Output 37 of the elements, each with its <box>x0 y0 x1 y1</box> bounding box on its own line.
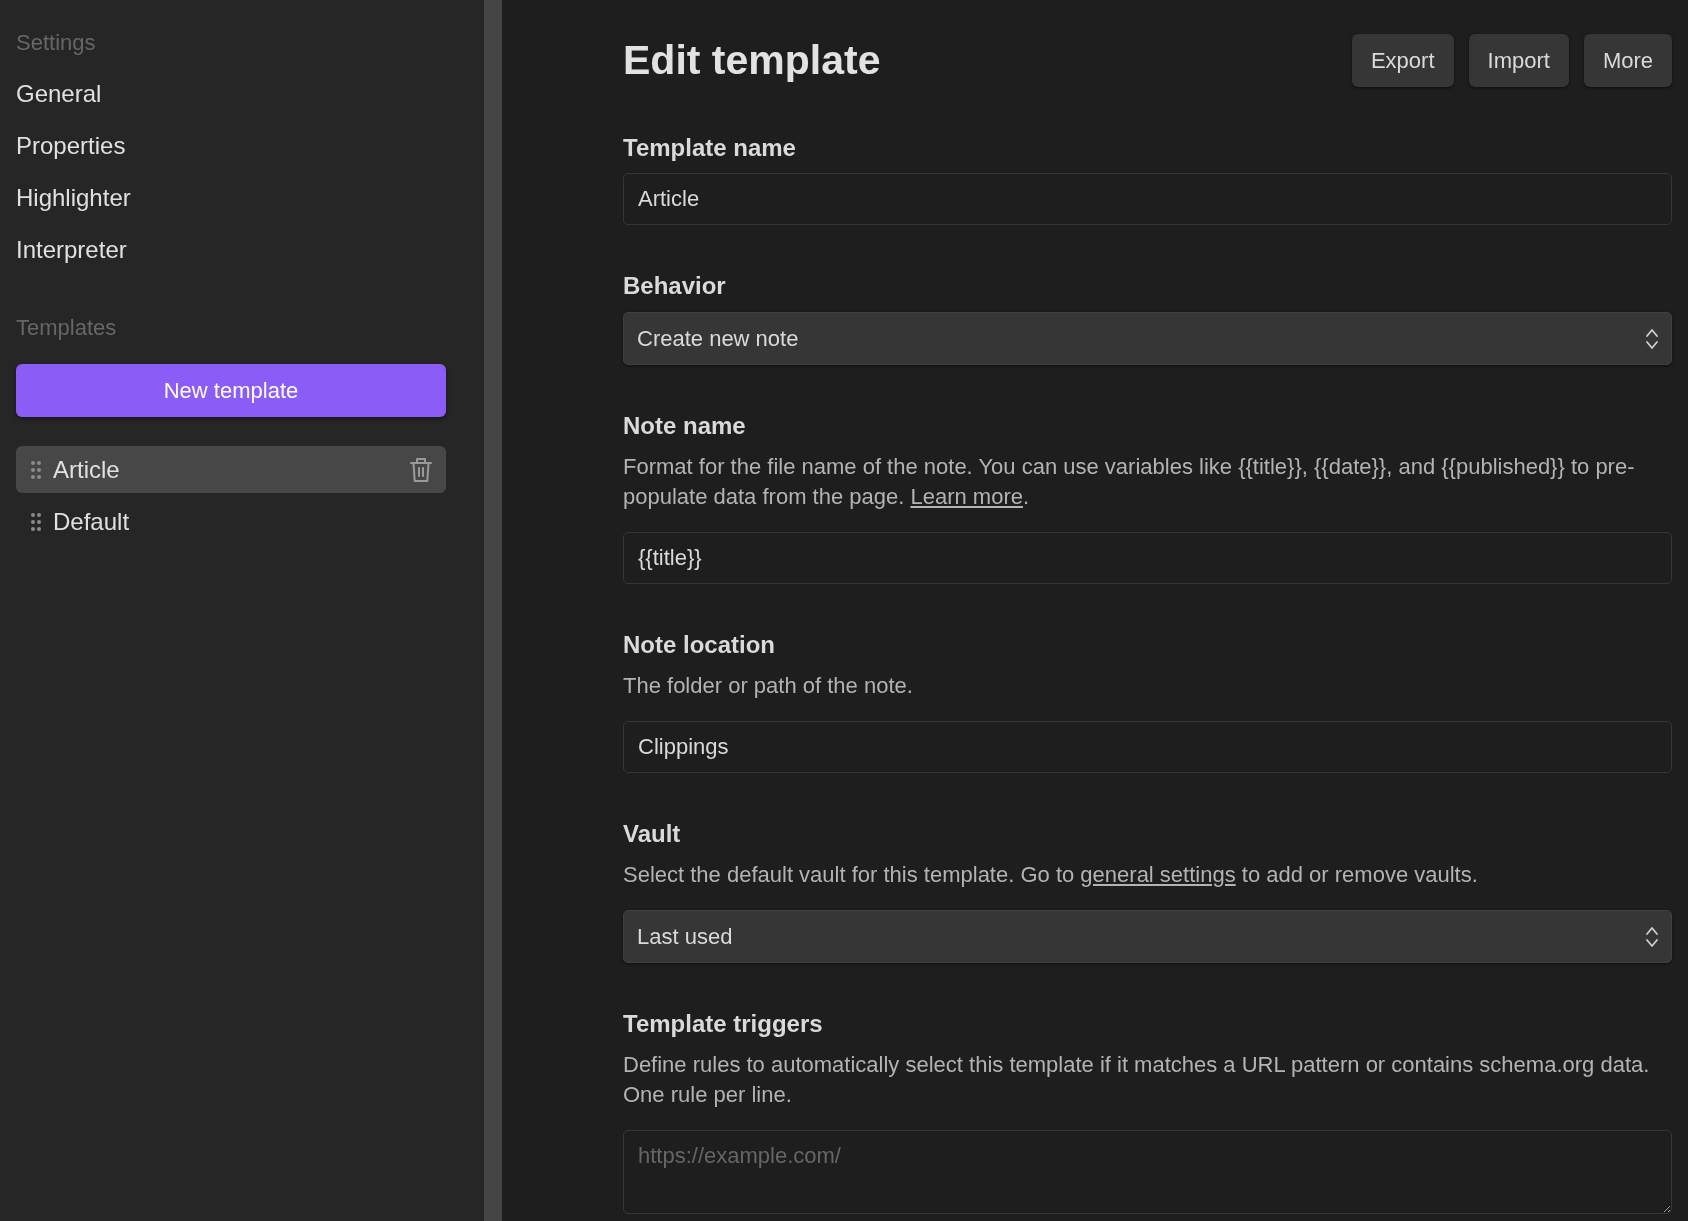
nav-item[interactable]: Properties <box>16 120 446 172</box>
field-label: Note location <box>623 630 776 660</box>
chevron-up-down-icon <box>1645 327 1659 350</box>
nav-item[interactable]: Highlighter <box>16 172 446 224</box>
toolbar-button[interactable]: More <box>1583 34 1672 87</box>
template-list-item[interactable]: Article <box>16 446 446 493</box>
field-label: Template triggers <box>623 1009 824 1039</box>
dropdown-select[interactable]: Last used <box>623 910 1672 963</box>
section-heading: Settings <box>16 29 97 57</box>
field-label: Template name <box>623 133 797 163</box>
field-label: Vault <box>623 819 682 849</box>
field-label: Behavior <box>623 271 727 301</box>
field-label: Note name <box>623 411 747 441</box>
field-description: Select the default vault for this template. Go to general settings to add or remove vaults. <box>623 861 1479 889</box>
text-input[interactable]: Article <box>623 173 1672 225</box>
dropdown-select[interactable]: Create new note <box>623 312 1672 365</box>
section-heading: Templates <box>16 314 118 342</box>
field-description: Define rules to automatically select this template if it matches a URL pattern or contains schema.org data. One rule per line. <box>623 1051 1651 1109</box>
new-template-button[interactable]: New template <box>16 364 446 417</box>
text-area[interactable]: https://example.com/ <box>623 1130 1672 1214</box>
field-description: The folder or path of the note. <box>623 672 914 700</box>
description-link[interactable]: Learn more <box>910 484 1023 509</box>
scrollbar[interactable] <box>484 0 502 1221</box>
nav-item[interactable]: Interpreter <box>16 224 446 276</box>
text-input[interactable]: Clippings <box>623 721 1672 773</box>
drag-handle-icon[interactable] <box>31 460 41 479</box>
nav-item[interactable]: General <box>16 68 446 120</box>
description-link[interactable]: general settings <box>1080 862 1236 887</box>
page-title: Edit template <box>623 36 881 85</box>
chevron-up-down-icon <box>1645 925 1659 948</box>
trash-icon[interactable] <box>410 456 432 483</box>
toolbar-button[interactable]: Import <box>1468 34 1569 87</box>
field-description: Format for the file name of the note. You can use variables like {{title}}, {{date}}, and {{published}} to pre-populate data from the page. Learn more. <box>623 453 1636 511</box>
toolbar-button[interactable]: Export <box>1351 34 1454 87</box>
drag-handle-icon[interactable] <box>31 512 41 531</box>
template-list-item[interactable]: Default <box>16 498 446 545</box>
text-input[interactable]: {{title}} <box>623 532 1672 584</box>
